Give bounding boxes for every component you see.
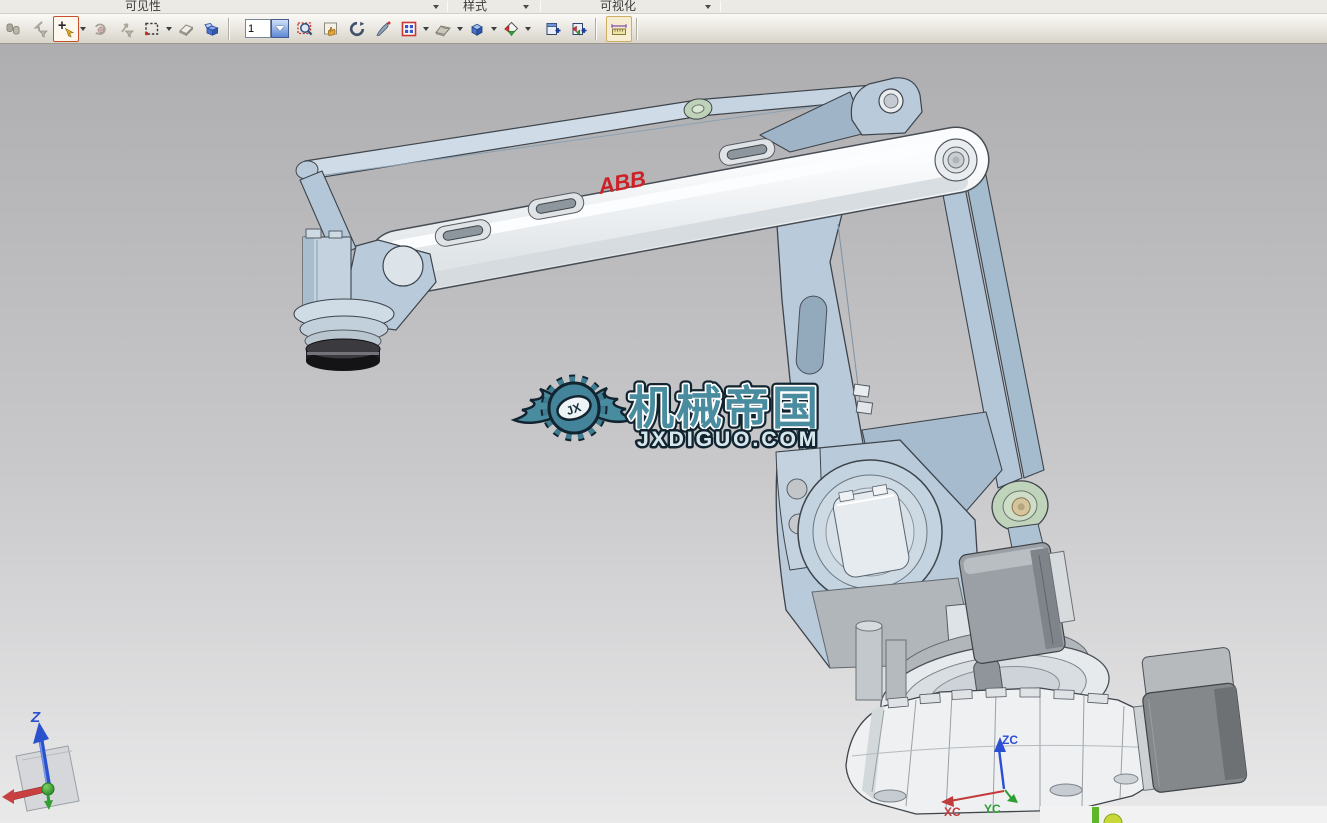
replace-layout-glyph — [570, 20, 588, 38]
toolbar-separator — [447, 1, 448, 12]
measure-distance-icon[interactable] — [606, 16, 632, 42]
robot-motor-box — [958, 539, 1079, 664]
hide-objects-icon[interactable] — [27, 16, 53, 42]
hide-objects-glyph — [31, 20, 49, 38]
fit-view-options-caret[interactable] — [422, 16, 430, 42]
pan-icon[interactable] — [318, 16, 344, 42]
measure-distance-glyph — [610, 20, 628, 38]
toolbar-separator — [228, 18, 230, 40]
artistic-appearance-glyph — [374, 20, 392, 38]
bottom-strip — [1040, 806, 1327, 823]
rotate-view-icon[interactable] — [344, 16, 370, 42]
new-layout-icon[interactable] — [540, 16, 566, 42]
toolbar-group-visualization-options-caret[interactable] — [705, 5, 711, 9]
toolbar-separator — [636, 18, 638, 40]
immediate-hide-glyph — [57, 20, 75, 38]
render-style-options-caret[interactable] — [456, 16, 464, 42]
work-layer-dropdown[interactable] — [271, 19, 289, 38]
toolbar-separator — [540, 1, 541, 12]
orient-view-icon[interactable] — [498, 16, 524, 42]
robot-model-canvas[interactable]: ABB — [0, 44, 1327, 823]
selection-rectangle-glyph — [143, 20, 161, 38]
show-objects-icon[interactable] — [113, 16, 139, 42]
unfold-shell-icon[interactable] — [199, 16, 225, 42]
unfold-shell-glyph — [203, 20, 221, 38]
selection-rectangle-options-caret[interactable] — [165, 16, 173, 42]
fit-view-icon[interactable] — [396, 16, 422, 42]
triad-origin-knob — [42, 783, 54, 795]
toolbar-group-visibility-label: 可见性 — [125, 0, 161, 13]
watermark-subtitle-overlay: JXDIGUO.COM — [637, 428, 819, 451]
selection-rectangle-icon[interactable] — [139, 16, 165, 42]
shaded-view-glyph — [468, 20, 486, 38]
rotate-view-glyph — [348, 20, 366, 38]
toolbar-group-titles: 可见性 样式 可视化 — [0, 0, 1327, 14]
watermark-title-overlay: 机械帝国 — [628, 382, 820, 434]
erase-geometry-icon[interactable] — [173, 16, 199, 42]
toolbar-group-visibility-options-caret[interactable] — [433, 5, 439, 9]
toolbar-group-visualization-label: 可视化 — [600, 0, 636, 13]
shaded-view-icon[interactable] — [464, 16, 490, 42]
toolbar-group-style-label: 样式 — [463, 0, 487, 13]
invert-shown-hidden-glyph — [91, 20, 109, 38]
toolbar-separator — [595, 18, 597, 40]
robot-wrist-assembly — [294, 171, 436, 371]
render-style-icon[interactable] — [430, 16, 456, 42]
triad-z-label: Z — [30, 709, 41, 726]
new-layout-glyph — [544, 20, 562, 38]
wcs-x-label: XC — [944, 805, 961, 819]
render-style-glyph — [434, 20, 452, 38]
robot-counterweight-box — [1128, 647, 1248, 795]
show-hide-glyph — [5, 20, 23, 38]
replace-layout-icon[interactable] — [566, 16, 592, 42]
show-hide-icon[interactable] — [1, 16, 27, 42]
artistic-appearance-icon[interactable] — [370, 16, 396, 42]
orient-view-glyph — [502, 20, 520, 38]
erase-geometry-glyph — [177, 20, 195, 38]
toolbar-group-style-options-caret[interactable] — [523, 5, 529, 9]
toolbar-icon-row — [0, 14, 1327, 43]
wcs-y-label: YC — [984, 802, 1001, 816]
show-objects-glyph — [117, 20, 135, 38]
robot-forearm-beam: ABB — [383, 137, 977, 286]
orient-view-options-caret[interactable] — [524, 16, 532, 42]
shaded-view-options-caret[interactable] — [490, 16, 498, 42]
toolbar-separator — [720, 1, 721, 12]
end-effector-cylinder — [306, 339, 380, 371]
zoom-region-glyph — [296, 20, 314, 38]
immediate-hide-icon[interactable] — [53, 16, 79, 42]
work-layer-combo — [245, 19, 289, 38]
zoom-region-icon[interactable] — [292, 16, 318, 42]
watermark: JX 机械帝国 机械帝国 JXDIGUO.COM JXDIGUO.COM — [514, 379, 820, 451]
view-triad[interactable]: Z — [2, 709, 79, 811]
graphics-window[interactable]: ABB — [0, 44, 1327, 823]
pan-glyph — [322, 20, 340, 38]
immediate-hide-options-caret[interactable] — [79, 16, 87, 42]
invert-shown-hidden-icon[interactable] — [87, 16, 113, 42]
work-layer-input[interactable] — [245, 19, 271, 38]
fit-view-glyph — [400, 20, 418, 38]
watermark-gear-logo: JX — [545, 379, 603, 437]
wcs-z-label: ZC — [1002, 733, 1018, 747]
main-toolbar: 可见性 样式 可视化 — [0, 0, 1327, 44]
